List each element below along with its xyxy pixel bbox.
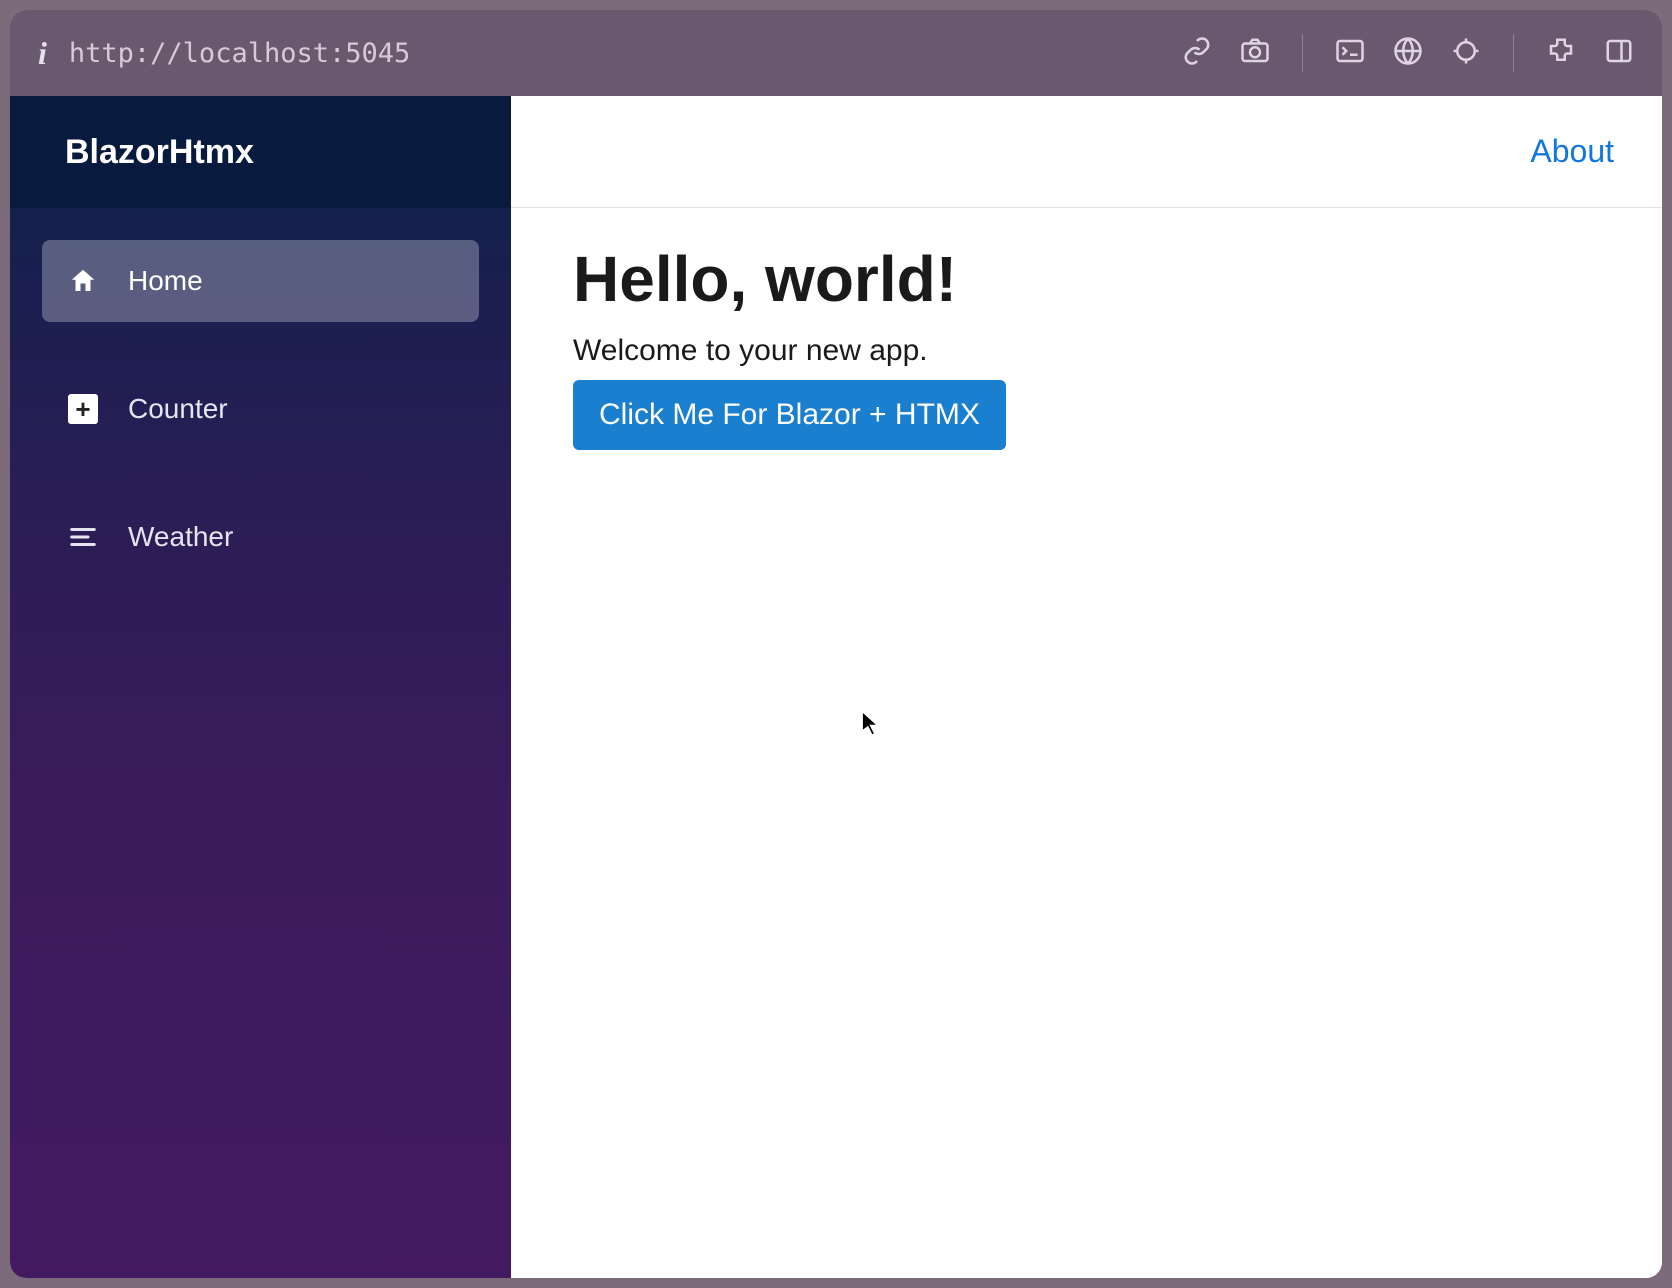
page-title: Hello, world! <box>573 242 1600 316</box>
toolbar-divider <box>1513 34 1514 72</box>
list-icon <box>66 520 100 554</box>
globe-icon[interactable] <box>1393 36 1423 71</box>
sidebar-item-counter[interactable]: + Counter <box>42 368 479 450</box>
browser-toolbar <box>1182 34 1634 72</box>
main: About Hello, world! Welcome to your new … <box>511 96 1662 1278</box>
panel-icon[interactable] <box>1604 36 1634 71</box>
address-bar: i http://localhost:5045 <box>10 10 1662 96</box>
sidebar: BlazorHtmx Home + Counter <box>10 96 511 1278</box>
sidebar-item-weather[interactable]: Weather <box>42 496 479 578</box>
click-me-button[interactable]: Click Me For Blazor + HTMX <box>573 380 1006 450</box>
page-content: Hello, world! Welcome to your new app. C… <box>511 208 1662 484</box>
plus-icon: + <box>66 392 100 426</box>
camera-icon[interactable] <box>1240 36 1270 71</box>
sidebar-nav: Home + Counter Weather <box>10 208 511 578</box>
home-icon <box>66 264 100 298</box>
sidebar-item-home[interactable]: Home <box>42 240 479 322</box>
extensions-icon[interactable] <box>1546 36 1576 71</box>
brand-title: BlazorHtmx <box>65 133 254 172</box>
browser-window: i http://localhost:5045 <box>10 10 1662 1278</box>
link-icon[interactable] <box>1182 36 1212 71</box>
content-area: BlazorHtmx Home + Counter <box>10 96 1662 1278</box>
sidebar-item-label: Home <box>128 265 203 297</box>
target-icon[interactable] <box>1451 36 1481 71</box>
sidebar-item-label: Weather <box>128 521 233 553</box>
welcome-text: Welcome to your new app. <box>573 334 1600 368</box>
top-row: About <box>511 96 1662 208</box>
info-icon[interactable]: i <box>38 35 47 72</box>
toolbar-divider <box>1302 34 1303 72</box>
url-text[interactable]: http://localhost:5045 <box>69 38 1160 69</box>
sidebar-item-label: Counter <box>128 393 228 425</box>
brand[interactable]: BlazorHtmx <box>10 96 511 208</box>
terminal-icon[interactable] <box>1335 36 1365 71</box>
about-link[interactable]: About <box>1530 133 1614 170</box>
